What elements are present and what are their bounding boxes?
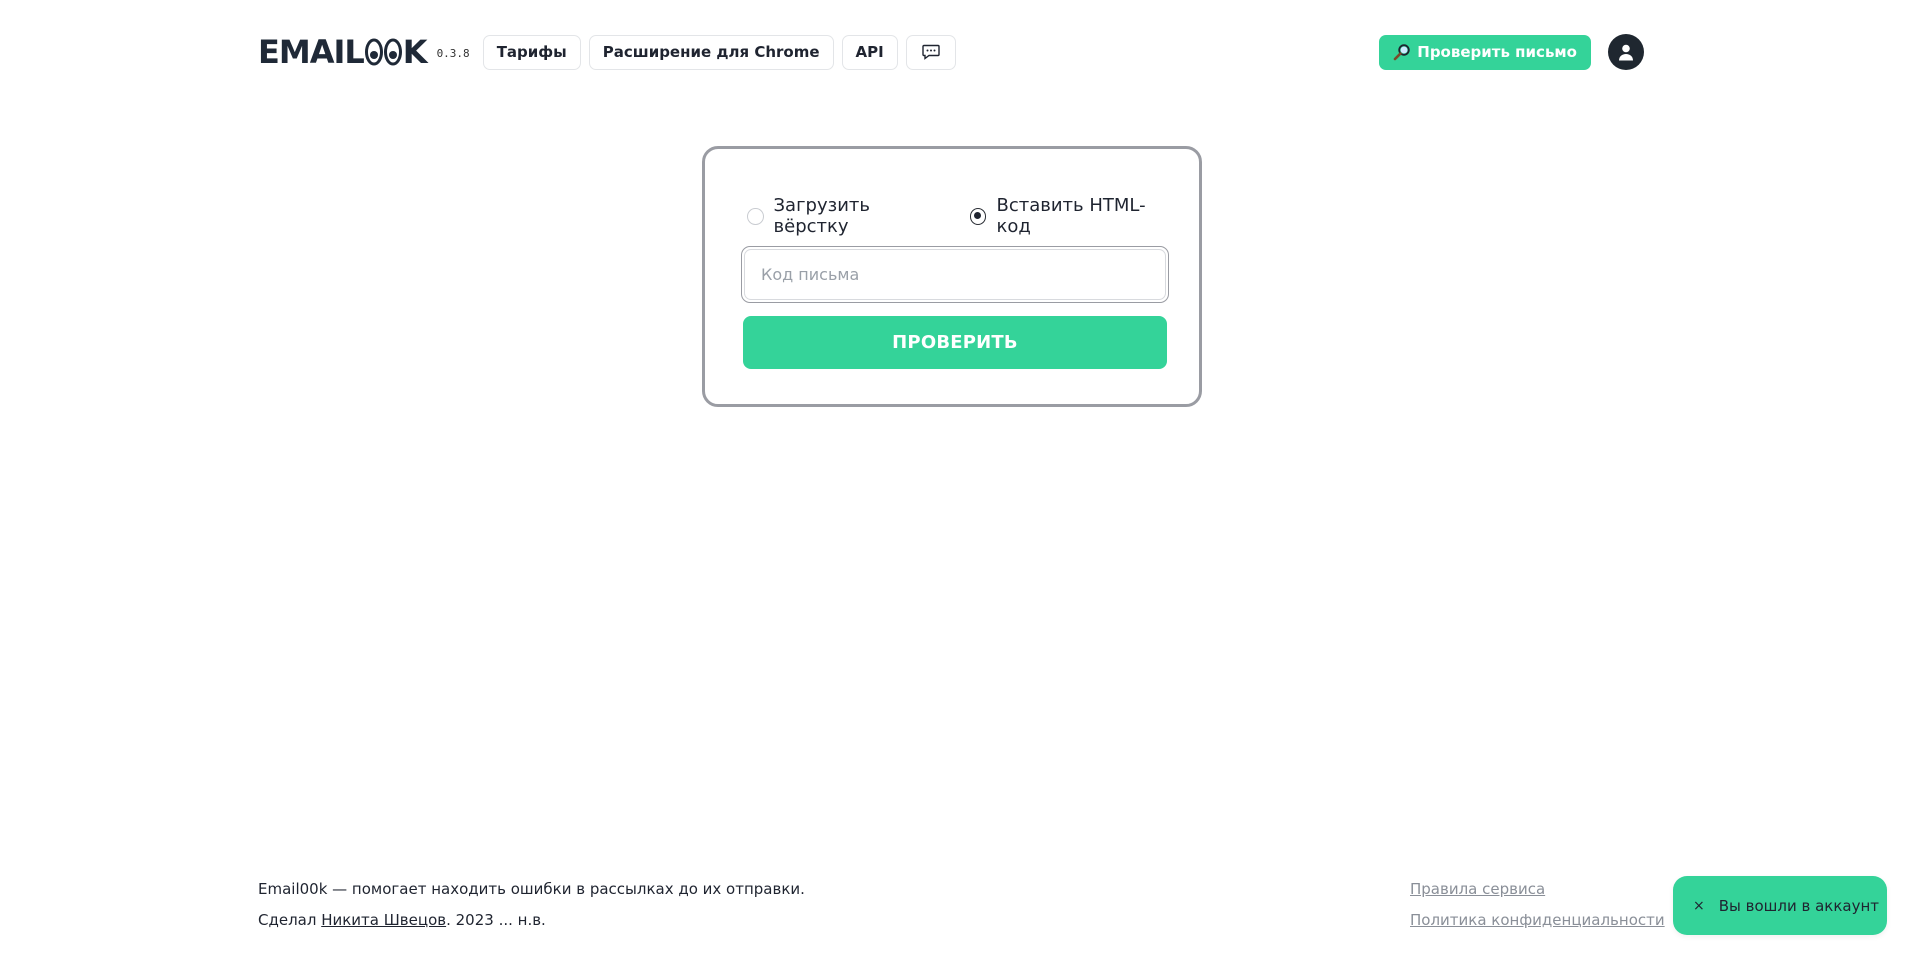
- radio-upload-layout[interactable]: Загрузить вёрстку: [747, 195, 945, 237]
- nav-pricing-button[interactable]: Тарифы: [482, 34, 581, 70]
- code-input-wrapper: [741, 246, 1169, 303]
- toast-message: Вы вошли в аккаунт: [1718, 896, 1880, 915]
- nav-chrome-extension-button[interactable]: Расширение для Chrome: [588, 34, 834, 70]
- check-email-button[interactable]: Проверить письмо: [1379, 34, 1591, 70]
- version-label: 0.3.8: [436, 46, 470, 60]
- toast-close-icon[interactable]: ×: [1693, 898, 1705, 914]
- code-input[interactable]: [744, 249, 1166, 300]
- login-toast: × Вы вошли в аккаунт: [1673, 876, 1887, 935]
- chat-bubble-icon: [922, 44, 940, 60]
- upload-card: Загрузить вёрстку Вставить HTML-код ПРОВ…: [702, 146, 1202, 407]
- footer-tagline: Email00k — помогает находить ошибки в ра…: [258, 880, 805, 898]
- header: EMAIL K 0.3.8 Тарифы Расширение для Chro…: [258, 33, 1644, 71]
- chat-button[interactable]: [905, 34, 956, 70]
- radio-paste-html[interactable]: Вставить HTML-код: [969, 195, 1174, 237]
- page: EMAIL K 0.3.8 Тарифы Расширение для Chro…: [0, 0, 1920, 953]
- radio-paste-html-circle[interactable]: [969, 207, 987, 225]
- author-link[interactable]: Никита Швецов: [321, 911, 446, 929]
- check-email-label: Проверить письмо: [1417, 43, 1577, 61]
- radio-paste-html-label: Вставить HTML-код: [996, 195, 1146, 237]
- terms-link[interactable]: Правила сервиса: [1410, 874, 1665, 905]
- footer-info: Email00k — помогает находить ошибки в ра…: [258, 874, 805, 936]
- user-icon: [1619, 44, 1633, 60]
- nav-api-button[interactable]: API: [841, 34, 898, 70]
- credits-suffix: . 2023 ... н.в.: [446, 911, 546, 929]
- avatar[interactable]: [1608, 34, 1644, 70]
- credits-prefix: Сделал: [258, 911, 322, 929]
- logo-text-start: EMAIL: [258, 33, 365, 71]
- source-radio-group: Загрузить вёрстку Вставить HTML-код: [747, 195, 1199, 237]
- submit-check-button[interactable]: ПРОВЕРИТЬ: [743, 316, 1167, 369]
- magnifier-icon: [1393, 44, 1410, 61]
- logo-text-end: K: [402, 33, 428, 71]
- logo-eyes-icon: [364, 38, 402, 66]
- radio-upload-layout-label: Загрузить вёрстку: [773, 195, 870, 237]
- logo[interactable]: EMAIL K: [258, 33, 428, 71]
- radio-upload-layout-circle[interactable]: [747, 207, 764, 225]
- footer-links: Правила сервиса Политика конфиденциально…: [1410, 874, 1665, 936]
- privacy-link[interactable]: Политика конфиденциальности: [1410, 905, 1665, 936]
- footer-credits: Сделал Никита Швецов. 2023 ... н.в.: [258, 905, 805, 936]
